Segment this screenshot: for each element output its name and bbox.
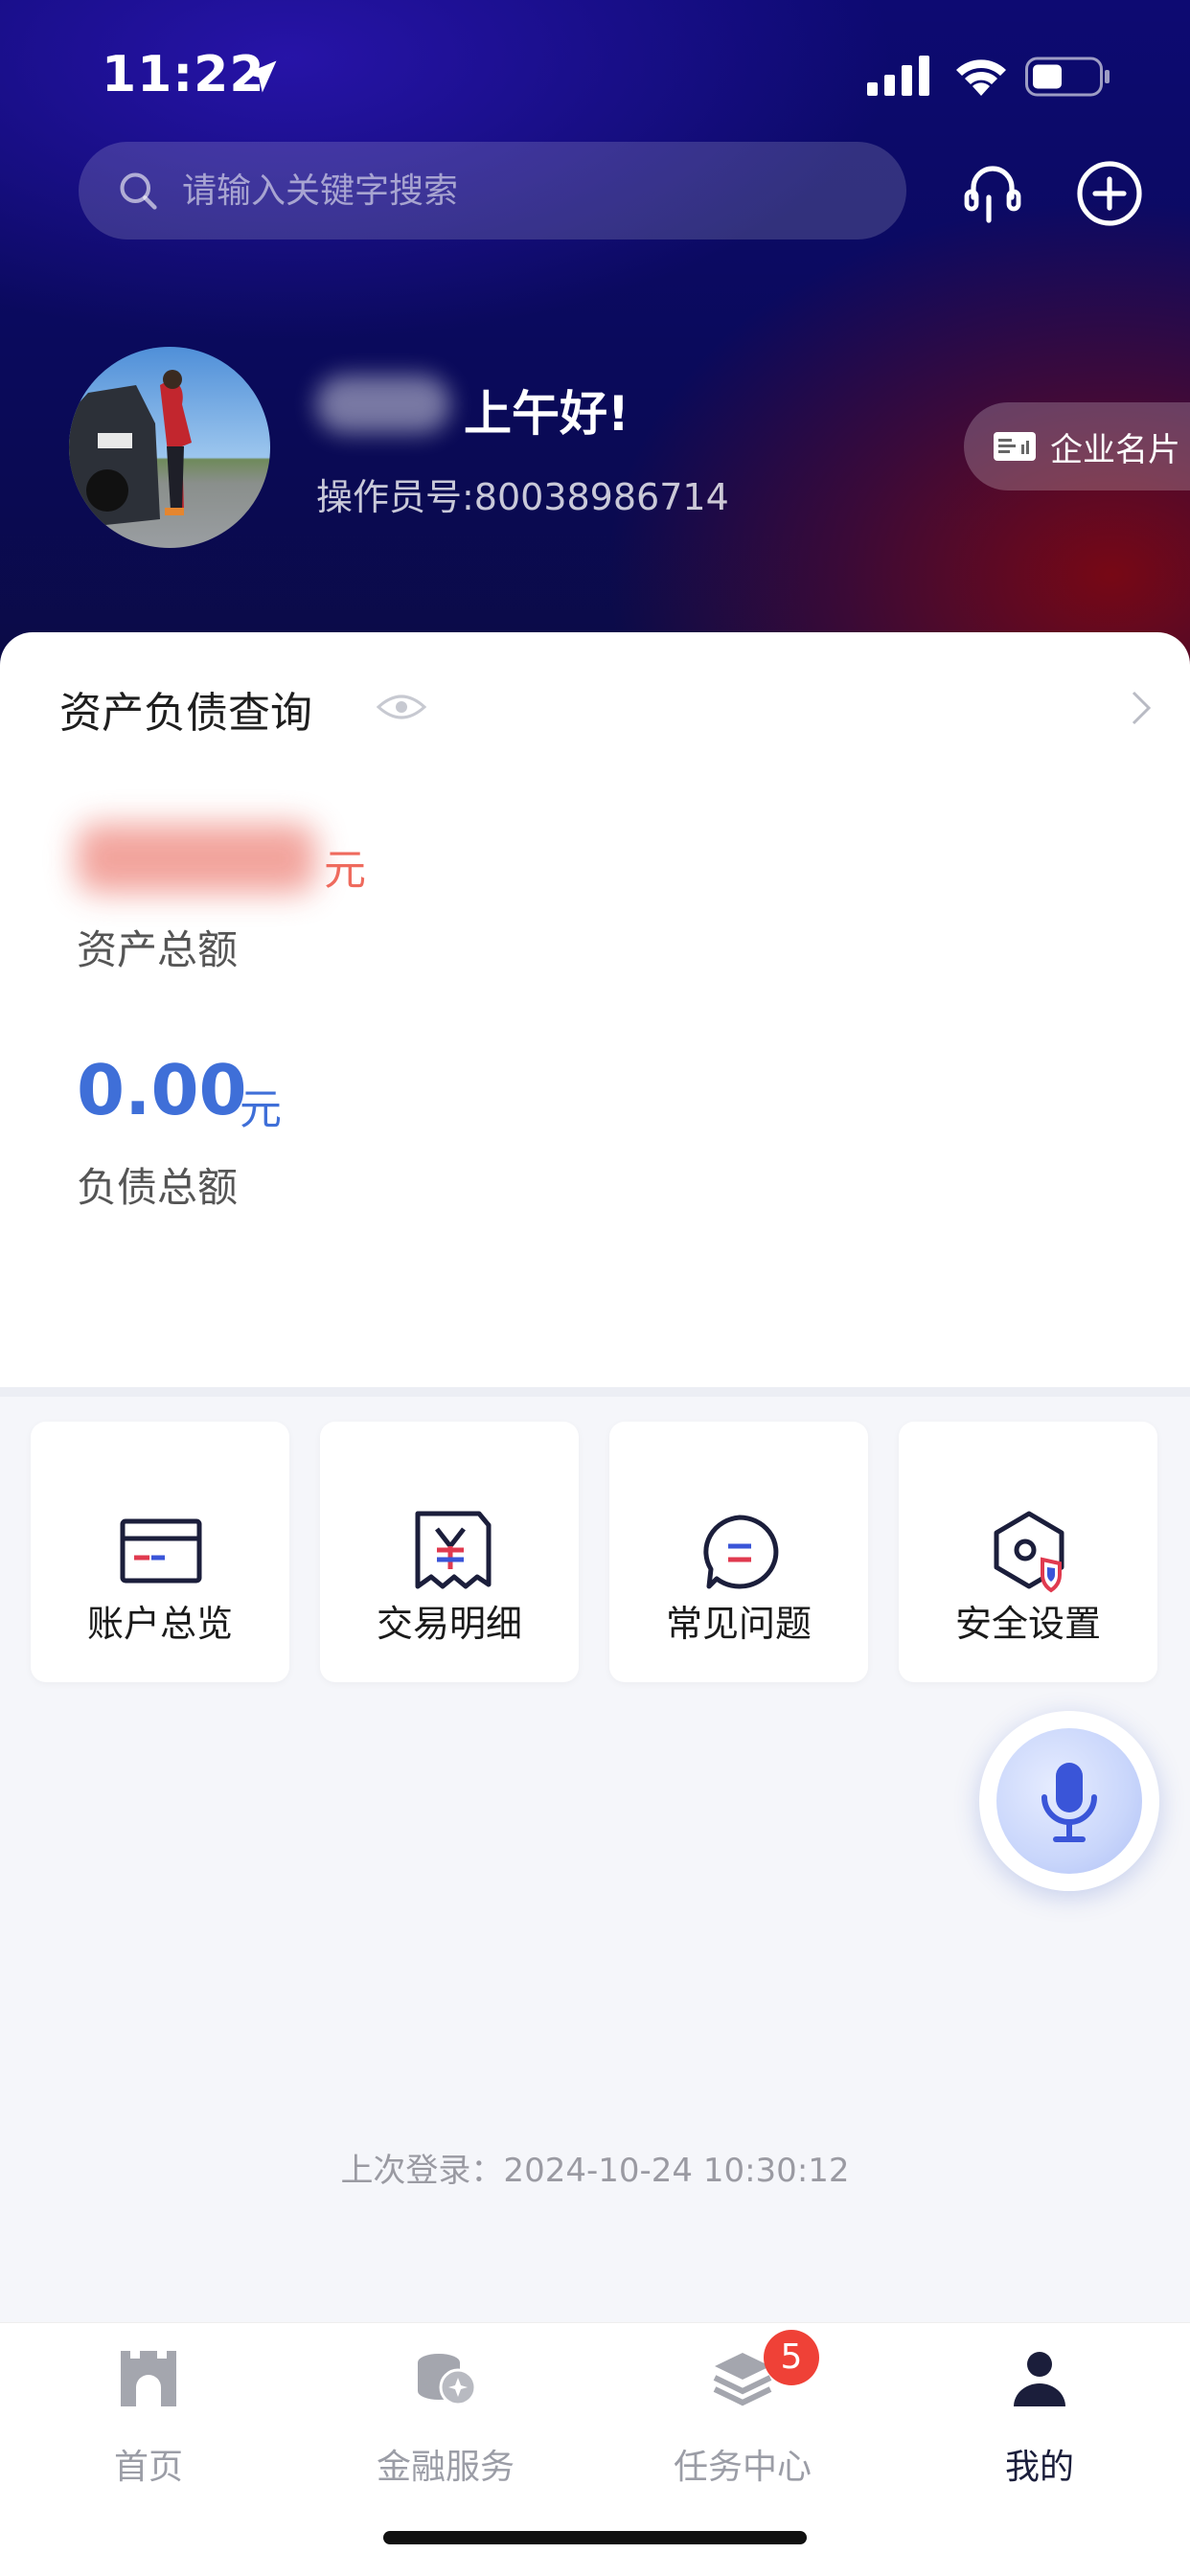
tab-label: 金融服务 (376, 2448, 515, 2487)
asset-amount-blurred (77, 824, 316, 893)
user-name-blurred (316, 376, 450, 433)
avatar-photo (69, 347, 270, 548)
asset-liability-card (0, 632, 1190, 1389)
last-login-info: 上次登录：2024-10-24 10:30:12 (340, 2152, 850, 2190)
card-title[interactable]: 资产负债查询 (59, 678, 312, 740)
tile-faq[interactable]: 常见问题 (609, 1422, 868, 1682)
tab-mine[interactable]: 我的 (944, 2336, 1135, 2489)
asset-unit: 元 (324, 846, 366, 895)
receipt-yuan-icon (415, 1511, 492, 1589)
business-card-icon (994, 432, 1036, 461)
tile-label: 账户总览 (86, 1603, 233, 1645)
debt-total-value: 0.00 (77, 1050, 247, 1130)
home-indicator[interactable] (383, 2531, 807, 2544)
customer-service-headset-icon[interactable] (958, 159, 1027, 228)
microphone-icon (1041, 1763, 1097, 1842)
greeting: 上午好! (464, 386, 629, 442)
tile-security-settings[interactable]: 安全设置 (899, 1422, 1157, 1682)
header-background (0, 0, 1190, 690)
voice-assistant-button[interactable] (979, 1711, 1159, 1891)
debt-unit: 元 (240, 1085, 282, 1134)
wifi-icon (956, 59, 1006, 96)
tab-financial-services[interactable]: 金融服务 (350, 2336, 541, 2489)
tile-account-overview[interactable]: 账户总览 (31, 1422, 289, 1682)
tile-label: 安全设置 (954, 1603, 1101, 1645)
tile-label: 常见问题 (665, 1603, 812, 1645)
card-icon (120, 1518, 202, 1584)
chevron-right-icon[interactable] (1129, 688, 1154, 728)
tab-home[interactable]: 首页 (53, 2336, 244, 2489)
tile-label: 交易明细 (376, 1603, 522, 1645)
person-icon (1014, 2352, 1065, 2406)
cellular-signal-icon (867, 56, 929, 96)
battery-icon (1025, 57, 1110, 97)
avatar[interactable] (69, 347, 270, 548)
tile-transaction-details[interactable]: 交易明细 (320, 1422, 579, 1682)
location-arrow-icon (244, 60, 277, 93)
home-gate-icon (121, 2351, 176, 2406)
tab-label: 我的 (1004, 2448, 1074, 2487)
business-card-button[interactable]: 企业名片 (964, 402, 1190, 490)
business-card-label: 企业名片 (1050, 430, 1180, 469)
asset-total-label: 资产总额 (77, 926, 239, 973)
chat-bubble-icon (703, 1515, 779, 1589)
add-circle-icon[interactable] (1075, 159, 1144, 228)
eye-visibility-icon[interactable] (376, 688, 427, 726)
debt-total-label: 负债总额 (77, 1164, 239, 1211)
tab-task-center[interactable]: 5 任务中心 (647, 2330, 838, 2489)
tab-label: 首页 (113, 2448, 183, 2487)
section-divider (0, 1387, 1190, 1397)
voice-button-inner (996, 1728, 1142, 1874)
security-settings-icon (994, 1511, 1064, 1593)
tab-label: 任务中心 (673, 2448, 812, 2487)
coins-icon (418, 2354, 477, 2406)
search-bar[interactable] (79, 142, 906, 239)
search-input[interactable] (180, 170, 855, 212)
operator-id: 操作员号:80038986714 (316, 476, 729, 518)
task-count-badge: 5 (764, 2330, 819, 2385)
search-icon (120, 172, 157, 210)
